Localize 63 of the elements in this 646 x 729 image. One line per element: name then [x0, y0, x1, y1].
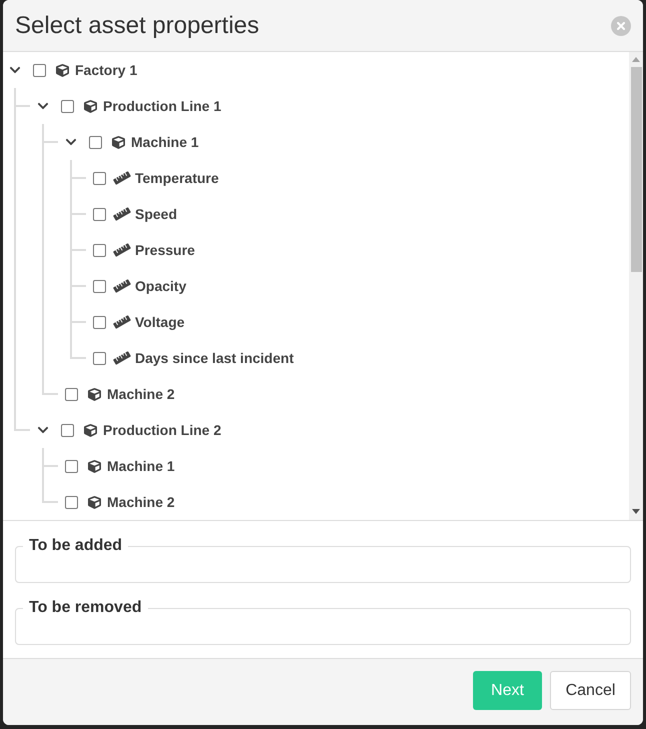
- tree-item-label: Speed: [135, 204, 178, 224]
- dialog-title: Select asset properties: [15, 10, 260, 40]
- tree-item-label: Factory 1: [75, 60, 138, 80]
- tree-connector-line: [70, 232, 86, 251]
- chevron-icon[interactable]: [37, 424, 49, 436]
- checkbox[interactable]: [93, 208, 106, 220]
- cube-icon: [84, 424, 97, 436]
- chevron-icon[interactable]: [65, 136, 77, 148]
- checkbox[interactable]: [65, 496, 78, 508]
- cube-icon: [88, 460, 101, 472]
- tree-connector-line: [14, 412, 30, 431]
- checkbox[interactable]: [65, 460, 78, 472]
- tree-item-label: Machine 1: [107, 456, 175, 476]
- scrollbar-thumb[interactable]: [630, 67, 642, 272]
- ruler-icon: [113, 351, 131, 365]
- tree-item-label: Machine 2: [107, 492, 175, 512]
- checkbox[interactable]: [93, 280, 106, 292]
- checkbox[interactable]: [93, 244, 106, 256]
- tree-connector-line: [14, 88, 30, 107]
- tree-item-label: Days since last incident: [135, 348, 294, 368]
- chevron-icon[interactable]: [9, 64, 21, 76]
- tree-item-label: Temperature: [135, 168, 219, 188]
- checkbox[interactable]: [93, 172, 106, 184]
- tree-item-label: Production Line 1: [103, 96, 222, 116]
- tree-item-label: Voltage: [135, 312, 185, 332]
- checkbox[interactable]: [61, 100, 74, 112]
- ruler-icon: [113, 279, 131, 293]
- tree-connector-line: [70, 160, 86, 179]
- scrollbar-track[interactable]: [629, 52, 643, 520]
- tree-connector-line: [42, 124, 58, 143]
- tree-item-label: Opacity: [135, 276, 186, 296]
- cube-icon: [84, 100, 97, 112]
- tree-connector-line: [70, 304, 86, 323]
- tree-item-label: Pressure: [135, 240, 195, 260]
- cube-icon: [112, 136, 125, 148]
- close-icon: [617, 22, 625, 30]
- tree-connector-line: [42, 448, 58, 467]
- tree-connector-line: [70, 196, 86, 215]
- ruler-icon: [113, 207, 131, 221]
- cube-icon: [88, 388, 101, 400]
- fieldset-legend: To be removed: [23, 598, 148, 618]
- fieldset-legend: To be added: [23, 536, 128, 556]
- cube-icon: [56, 64, 69, 76]
- tree-connector-line: [42, 484, 58, 503]
- tree-item-label: Machine 1: [131, 132, 199, 152]
- scroll-down-icon[interactable]: [632, 509, 640, 514]
- cube-icon: [88, 496, 101, 508]
- cancel-button[interactable]: Cancel: [550, 671, 631, 710]
- ruler-icon: [113, 243, 131, 257]
- tree-item-label: Machine 2: [107, 384, 175, 404]
- tree-connector-line: [42, 376, 58, 395]
- checkbox[interactable]: [65, 388, 78, 400]
- chevron-icon[interactable]: [37, 100, 49, 112]
- checkbox[interactable]: [33, 64, 46, 76]
- checkbox[interactable]: [61, 424, 74, 436]
- checkbox[interactable]: [93, 352, 106, 364]
- checkbox[interactable]: [89, 136, 102, 148]
- ruler-icon: [113, 315, 131, 329]
- tree-connector-line: [70, 268, 86, 287]
- tree-item-label: Production Line 2: [103, 420, 222, 440]
- tree-connector-line: [70, 340, 86, 359]
- ruler-icon: [113, 171, 131, 185]
- checkbox[interactable]: [93, 316, 106, 328]
